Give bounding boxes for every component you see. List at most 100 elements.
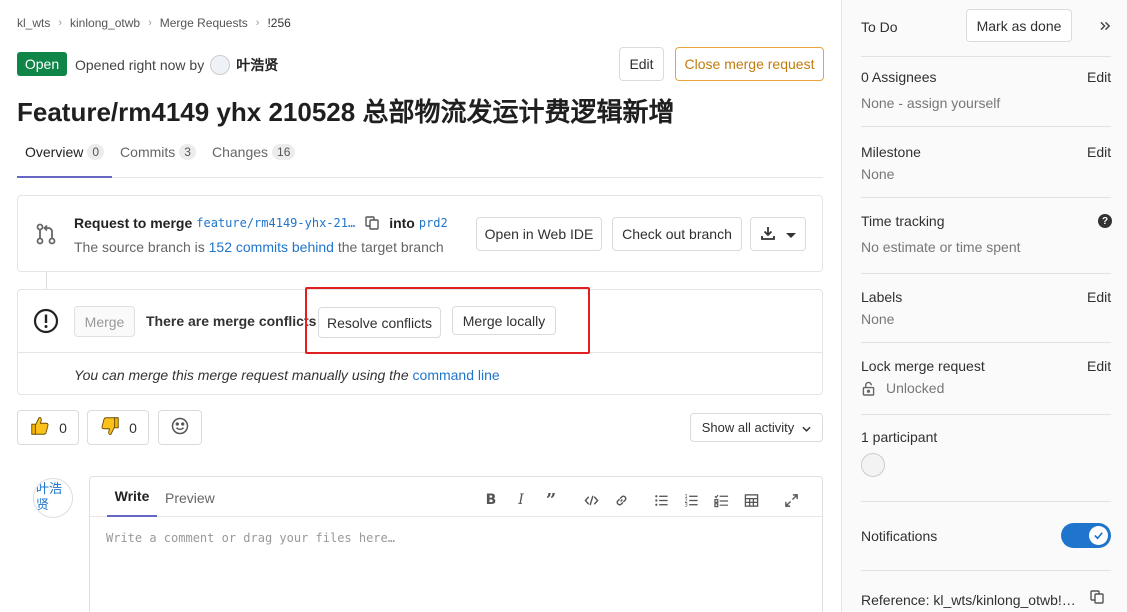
milestone-value: None [861, 166, 895, 182]
mark-as-done-button[interactable]: Mark as done [966, 9, 1072, 42]
labels-label: Labels [861, 289, 903, 305]
close-merge-request-button[interactable]: Close merge request [675, 47, 824, 81]
lock-open-icon [862, 381, 875, 399]
chevron-down-icon [786, 226, 796, 242]
chevron-right-icon: › [148, 17, 152, 29]
chevron-down-icon [802, 420, 811, 435]
tab-preview[interactable]: Preview [165, 490, 215, 506]
divider [861, 126, 1111, 127]
copy-reference-icon[interactable] [1090, 590, 1104, 607]
edit-button[interactable]: Edit [619, 47, 664, 81]
behind-post: the target branch [337, 239, 444, 255]
milestone-edit-link[interactable]: Edit [1087, 144, 1111, 160]
time-tracking-value: No estimate or time spent [861, 239, 1021, 255]
tab-commits[interactable]: Commits 3 [112, 138, 204, 178]
bold-icon[interactable]: B [480, 489, 502, 511]
merge-button[interactable]: Merge [74, 306, 135, 337]
comment-textarea[interactable]: Write a comment or drag your files here… [106, 531, 395, 545]
check-icon [1089, 526, 1108, 545]
thumbs-up-count: 0 [59, 419, 67, 436]
labels-edit-link[interactable]: Edit [1087, 289, 1111, 305]
notifications-label: Notifications [861, 528, 938, 544]
open-web-ide-button[interactable]: Open in Web IDE [476, 217, 602, 251]
divider [861, 414, 1111, 415]
tab-count: 3 [179, 144, 196, 160]
collapse-sidebar-icon[interactable] [1100, 18, 1111, 34]
user-avatar: 叶浩贤 [33, 478, 73, 518]
tab-label: Changes [211, 144, 269, 160]
lock-edit-link[interactable]: Edit [1087, 358, 1111, 374]
commits-behind-text: The source branch is 152 commits behind … [74, 239, 444, 255]
tab-label: Commits [120, 144, 176, 160]
manual-text: You can merge this merge request manuall… [74, 367, 409, 383]
code-icon[interactable] [580, 489, 602, 511]
participant-avatar[interactable] [861, 453, 885, 477]
thumbs-up-button[interactable]: 0 [17, 410, 79, 445]
assignees-label: 0 Assignees [861, 69, 937, 85]
divider [861, 342, 1111, 343]
todo-label: To Do [861, 19, 898, 35]
lock-label: Lock merge request [861, 358, 985, 374]
divider [861, 197, 1111, 198]
breadcrumb-merge-requests[interactable]: Merge Requests [160, 16, 248, 30]
svg-text:3: 3 [684, 502, 687, 507]
tab-overview[interactable]: Overview 0 [17, 138, 113, 178]
task-list-icon[interactable] [710, 489, 732, 511]
target-branch-link[interactable]: prd2 [419, 216, 448, 230]
tab-count: 16 [272, 144, 296, 160]
into-text: into [389, 215, 415, 231]
help-icon[interactable]: ? [1098, 214, 1112, 228]
avatar-alt-text: 叶浩贤 [36, 481, 63, 512]
breadcrumb-project[interactable]: kinlong_otwb [70, 16, 140, 30]
author-name[interactable]: 叶浩贤 [236, 55, 278, 75]
breadcrumb-mr-id[interactable]: !256 [267, 16, 290, 30]
activity-filter-label: Show all activity [701, 420, 795, 435]
tab-changes[interactable]: Changes 16 [204, 138, 303, 178]
copy-icon[interactable] [365, 216, 379, 230]
right-sidebar [841, 0, 1127, 612]
time-tracking-label: Time tracking [861, 213, 945, 229]
bulleted-list-icon[interactable] [650, 489, 672, 511]
breadcrumb: kl_wts › kinlong_otwb › Merge Requests ›… [17, 16, 291, 30]
italic-icon[interactable]: I [510, 489, 532, 511]
manual-merge-text: You can merge this merge request manuall… [74, 367, 500, 383]
download-dropdown-button[interactable] [750, 217, 806, 251]
request-to-merge: Request to merge feature/rm4149-yhx-21… … [74, 215, 448, 231]
chevron-right-icon: › [58, 17, 63, 29]
assignees-edit-link[interactable]: Edit [1087, 69, 1111, 85]
labels-value: None [861, 311, 895, 327]
divider [861, 273, 1111, 274]
commits-behind-link[interactable]: 152 commits behind [209, 239, 334, 255]
opened-text: Opened right now by [75, 57, 205, 73]
status-badge: Open [17, 52, 67, 76]
assign-yourself-link[interactable]: None - assign yourself [861, 95, 1000, 111]
link-icon[interactable] [610, 489, 632, 511]
author-avatar[interactable] [210, 55, 231, 75]
check-out-branch-button[interactable]: Check out branch [612, 217, 742, 251]
fullscreen-icon[interactable] [780, 489, 802, 511]
divider [861, 570, 1111, 571]
quote-icon[interactable]: ” [540, 489, 562, 511]
thumbs-up-icon [29, 415, 51, 440]
opened-by: Opened right now by 叶浩贤 [75, 55, 278, 75]
command-line-link[interactable]: command line [413, 367, 500, 383]
divider [861, 56, 1111, 57]
tab-write[interactable]: Write [107, 477, 157, 517]
git-merge-icon [35, 222, 57, 246]
breadcrumb-group[interactable]: kl_wts [17, 16, 50, 30]
source-branch-link[interactable]: feature/rm4149-yhx-21… [196, 216, 355, 230]
numbered-list-icon[interactable]: 123 [680, 489, 702, 511]
table-icon[interactable] [740, 489, 762, 511]
notifications-toggle[interactable] [1061, 523, 1111, 548]
activity-filter-dropdown[interactable]: Show all activity [690, 413, 823, 442]
warning-icon [33, 308, 59, 334]
add-reaction-button[interactable] [158, 410, 202, 445]
thumbs-down-button[interactable]: 0 [87, 410, 149, 445]
highlight-box [305, 287, 590, 354]
tab-count: 0 [87, 144, 105, 160]
request-prefix: Request to merge [74, 215, 193, 231]
milestone-label: Milestone [861, 144, 921, 160]
behind-pre: The source branch is [74, 239, 205, 255]
thumbs-down-icon [99, 415, 121, 440]
mr-tabs: Overview 0 Commits 3 Changes 16 [17, 138, 823, 178]
